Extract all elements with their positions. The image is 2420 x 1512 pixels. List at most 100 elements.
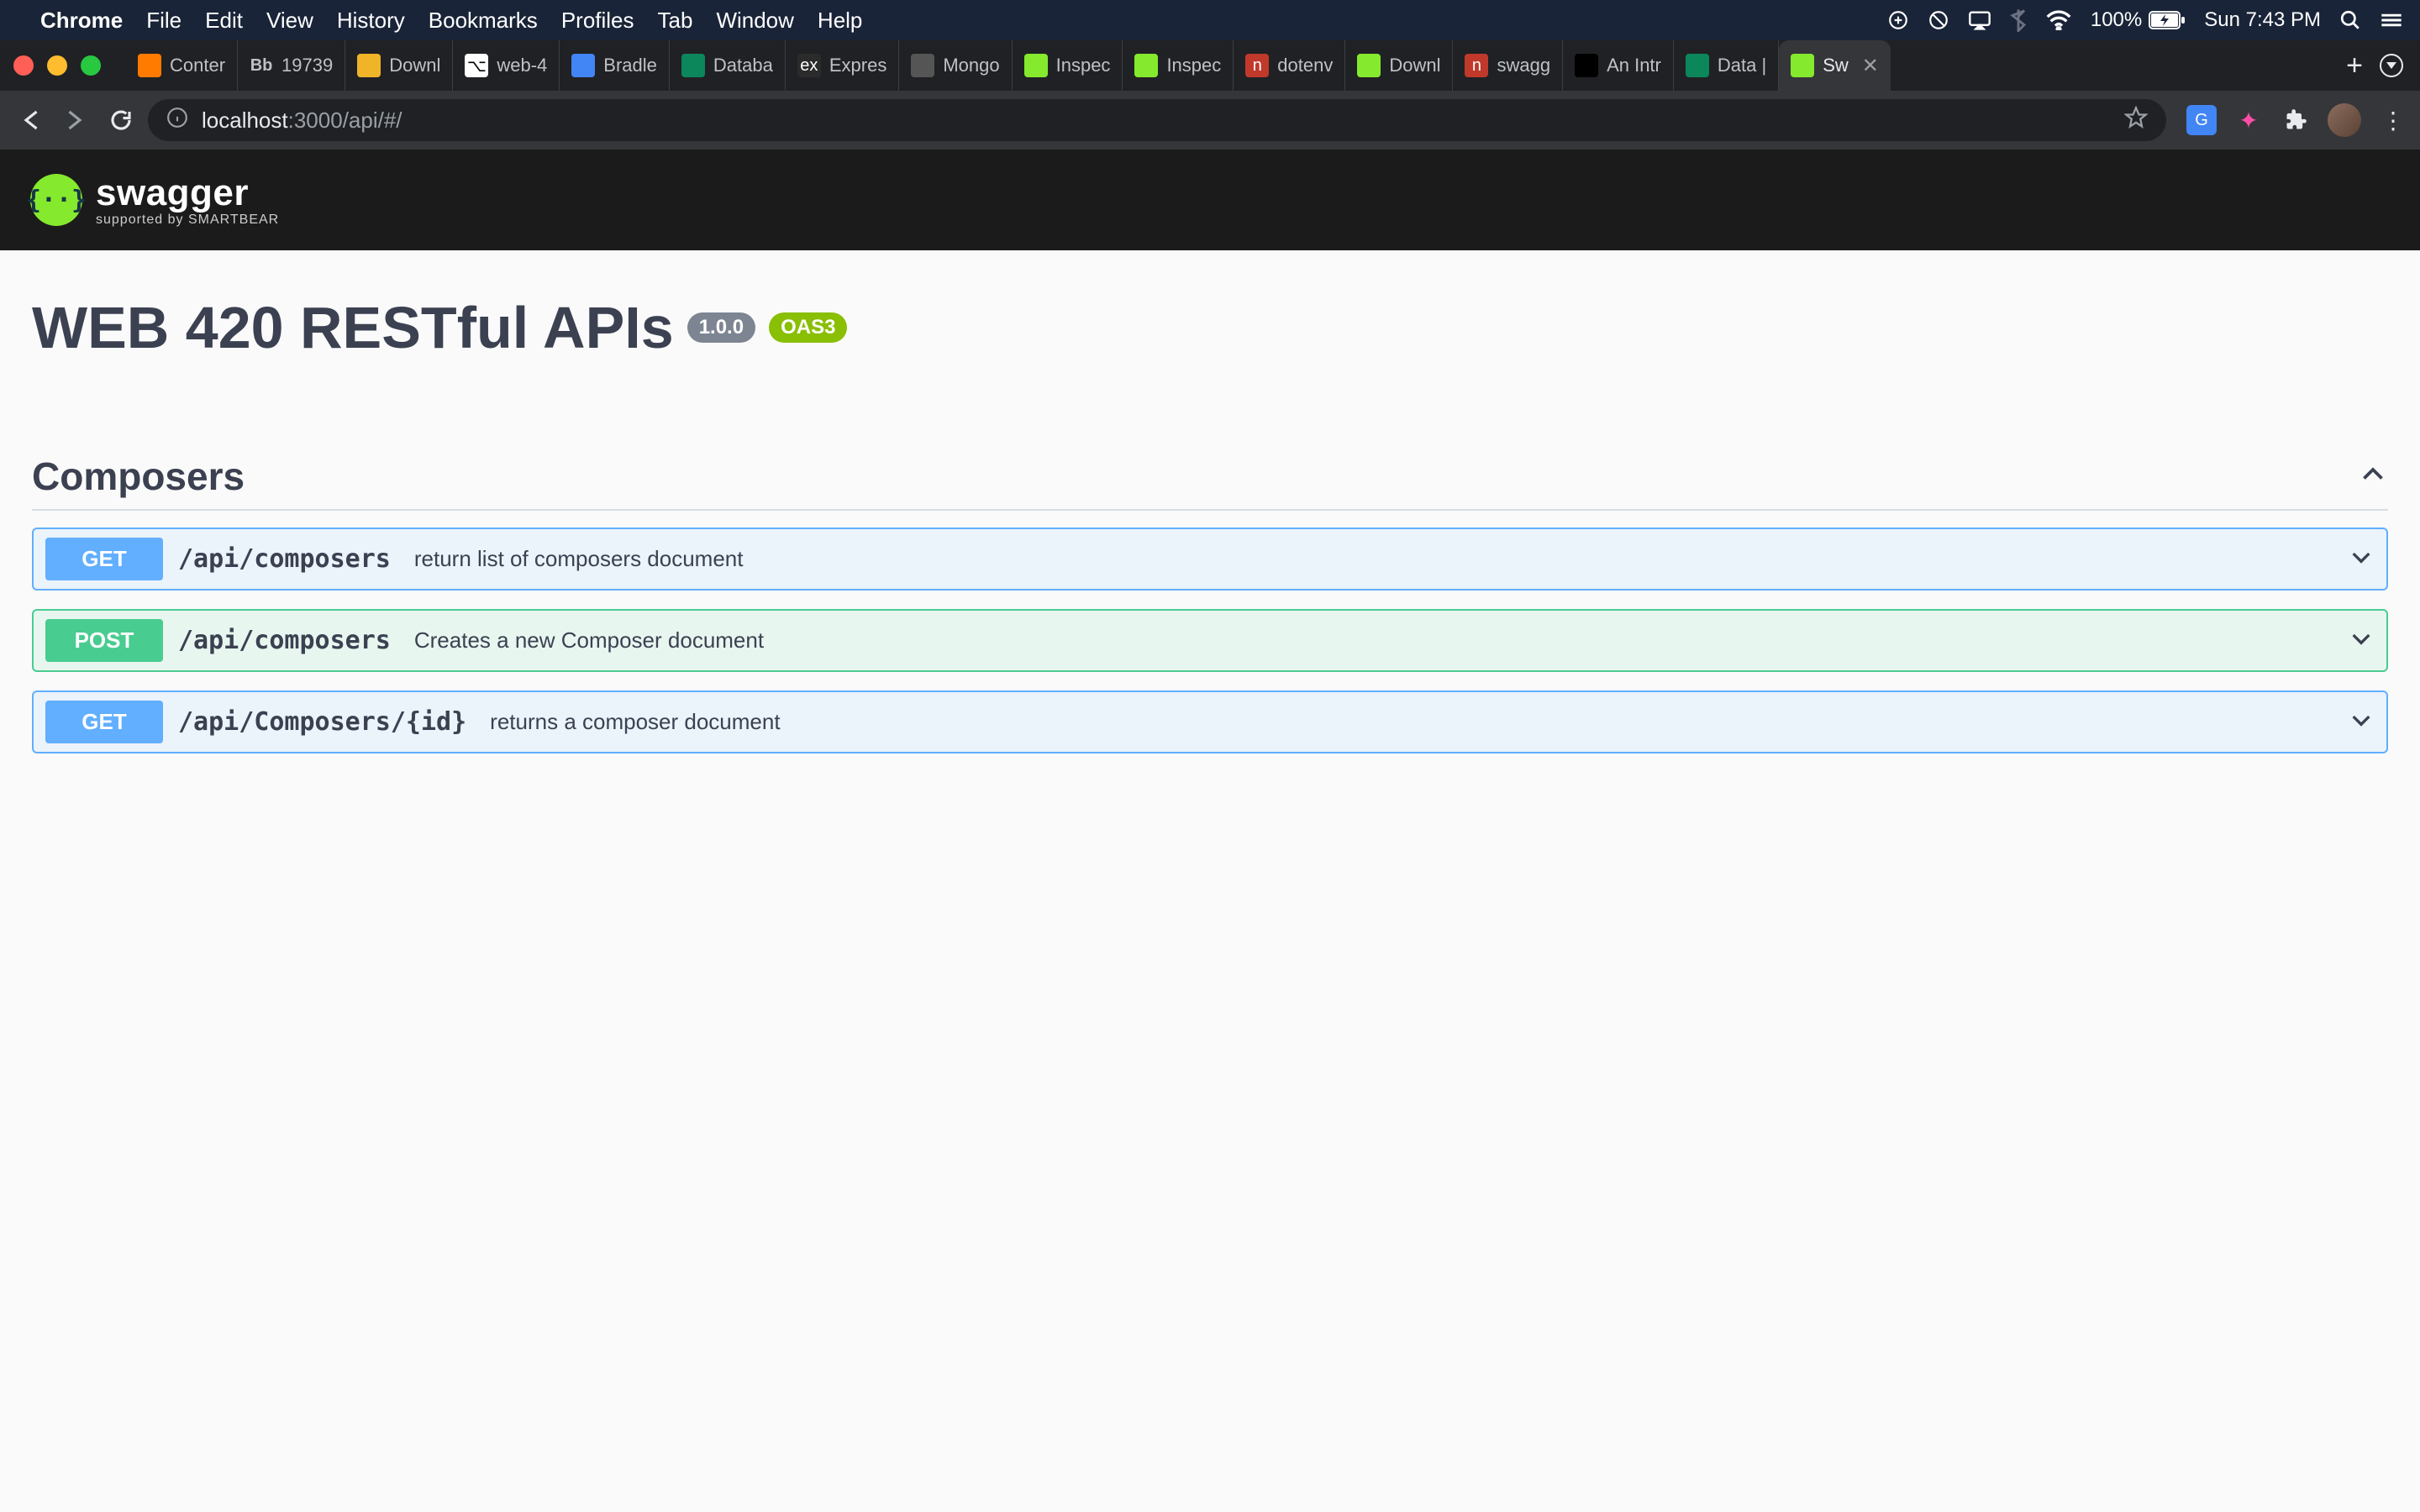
- menu-file[interactable]: File: [146, 8, 182, 34]
- profile-avatar[interactable]: [2328, 103, 2361, 137]
- url-text: localhost:3000/api/#/: [202, 108, 402, 134]
- menu-view[interactable]: View: [266, 8, 313, 34]
- chevron-up-icon: [2358, 459, 2388, 494]
- reload-button[interactable]: [103, 102, 139, 139]
- tab-label: Expres: [829, 55, 886, 76]
- api-version-badge: 1.0.0: [687, 312, 755, 343]
- tab-label: Downl: [1389, 55, 1440, 76]
- window-close-button[interactable]: [13, 55, 34, 76]
- menu-window[interactable]: Window: [716, 8, 793, 34]
- menu-history[interactable]: History: [337, 8, 405, 34]
- favicon-icon: n: [1465, 54, 1488, 77]
- url-host: localhost: [202, 108, 288, 133]
- battery-percent: 100%: [2091, 8, 2142, 32]
- browser-tab[interactable]: Inspec: [1123, 40, 1234, 91]
- forward-button[interactable]: [57, 102, 94, 139]
- favicon-icon: [1791, 54, 1814, 77]
- favicon-icon: [911, 54, 934, 77]
- operation-row[interactable]: POST/api/composers Creates a new Composer…: [32, 609, 2388, 672]
- browser-tab[interactable]: Bradle: [560, 40, 670, 91]
- browser-tab[interactable]: Downl: [345, 40, 453, 91]
- status-icon[interactable]: [1928, 9, 1949, 31]
- battery-status[interactable]: 100%: [2091, 8, 2186, 32]
- status-icon[interactable]: [1887, 9, 1909, 31]
- menu-edit[interactable]: Edit: [205, 8, 243, 34]
- favicon-icon: [1575, 54, 1598, 77]
- swagger-brand-text: swagger: [96, 172, 279, 214]
- tab-label: Inspec: [1166, 55, 1221, 76]
- site-info-icon[interactable]: [166, 107, 188, 134]
- browser-tab[interactable]: ex Expres: [786, 40, 899, 91]
- wifi-icon[interactable]: [2045, 10, 2072, 30]
- operation-row[interactable]: GET/api/Composers/{id}returns a composer…: [32, 690, 2388, 753]
- menu-profiles[interactable]: Profiles: [561, 8, 634, 34]
- operation-path: /api/composers: [178, 626, 391, 655]
- browser-tab[interactable]: Downl: [1345, 40, 1453, 91]
- browser-tab[interactable]: Mongo: [899, 40, 1012, 91]
- browser-tab[interactable]: Sw✕: [1779, 40, 1891, 91]
- favicon-icon: Bb: [250, 54, 273, 77]
- browser-tab[interactable]: Data |: [1674, 40, 1779, 91]
- chrome-menu-button[interactable]: ⋮: [2378, 105, 2408, 135]
- extensions-menu-icon[interactable]: [2281, 105, 2311, 135]
- window-minimize-button[interactable]: [47, 55, 67, 76]
- browser-tab[interactable]: Databa: [670, 40, 786, 91]
- chevron-down-icon: [2348, 625, 2375, 656]
- browser-tab[interactable]: nswagg: [1453, 40, 1563, 91]
- window-controls: [13, 55, 101, 76]
- operation-method-badge: POST: [45, 619, 163, 662]
- browser-tab[interactable]: Inspec: [1013, 40, 1123, 91]
- favicon-icon: [138, 54, 161, 77]
- spotlight-icon[interactable]: [2339, 9, 2361, 31]
- chrome-tabstrip: Conter Bb 19739 Downl ⌥web-4 Bradle Databa ex Ex…: [0, 40, 2420, 91]
- operation-summary: returns a composer document: [490, 709, 780, 735]
- macos-menubar: Chrome File Edit View History Bookmarks …: [0, 0, 2420, 40]
- swagger-badge-icon: {··}: [30, 174, 82, 226]
- translate-extension-icon[interactable]: G: [2186, 105, 2217, 135]
- tab-search-button[interactable]: [2380, 54, 2403, 77]
- api-title: WEB 420 RESTful APIs: [32, 294, 674, 361]
- operation-row[interactable]: GET/api/composersreturn list of composer…: [32, 528, 2388, 591]
- bluetooth-icon[interactable]: [2010, 8, 2027, 32]
- tab-label: Downl: [389, 55, 440, 76]
- browser-tab[interactable]: Conter: [126, 40, 238, 91]
- browser-tab[interactable]: ⌥web-4: [453, 40, 560, 91]
- tab-label: Data |: [1718, 55, 1766, 76]
- chrome-toolbar: localhost:3000/api/#/ G ✦ ⋮: [0, 91, 2420, 150]
- control-center-icon[interactable]: [2380, 11, 2403, 29]
- operation-method-badge: GET: [45, 538, 163, 580]
- tab-label: Inspec: [1056, 55, 1111, 76]
- extension-icon[interactable]: ✦: [2233, 105, 2264, 135]
- menubar-app-name[interactable]: Chrome: [40, 8, 123, 34]
- menu-tab[interactable]: Tab: [658, 8, 693, 34]
- operation-path: /api/Composers/{id}: [178, 707, 466, 737]
- new-tab-button[interactable]: +: [2329, 50, 2380, 82]
- screen-mirror-icon[interactable]: [1968, 9, 1991, 31]
- menu-help[interactable]: Help: [818, 8, 862, 34]
- tab-label: Bradle: [603, 55, 657, 76]
- window-zoom-button[interactable]: [81, 55, 101, 76]
- browser-tab[interactable]: ndotenv: [1234, 40, 1345, 91]
- swagger-logo[interactable]: {··} swagger supported by SMARTBEAR: [30, 172, 279, 228]
- api-oas-badge: OAS3: [769, 312, 847, 343]
- address-bar[interactable]: localhost:3000/api/#/: [148, 99, 2166, 141]
- tab-label: dotenv: [1277, 55, 1333, 76]
- tab-label: 19739: [281, 55, 333, 76]
- browser-tab[interactable]: Bb 19739: [238, 40, 345, 91]
- tab-label: Mongo: [943, 55, 999, 76]
- operation-summary: Creates a new Composer document: [414, 627, 764, 654]
- favicon-icon: [1134, 54, 1158, 77]
- swagger-topbar: {··} swagger supported by SMARTBEAR: [0, 150, 2420, 250]
- back-button[interactable]: [12, 102, 49, 139]
- favicon-icon: ex: [797, 54, 821, 77]
- menu-bookmarks[interactable]: Bookmarks: [429, 8, 538, 34]
- favicon-icon: [357, 54, 381, 77]
- browser-tab[interactable]: An Intr: [1563, 40, 1674, 91]
- tag-header[interactable]: Composers: [32, 454, 2388, 511]
- menubar-clock[interactable]: Sun 7:43 PM: [2204, 8, 2321, 32]
- close-icon[interactable]: ✕: [1862, 54, 1879, 78]
- bookmark-star-icon[interactable]: [2124, 106, 2148, 135]
- favicon-icon: [1357, 54, 1381, 77]
- operation-summary: return list of composers document: [414, 546, 744, 572]
- swagger-subtext: supported by SMARTBEAR: [96, 213, 279, 228]
